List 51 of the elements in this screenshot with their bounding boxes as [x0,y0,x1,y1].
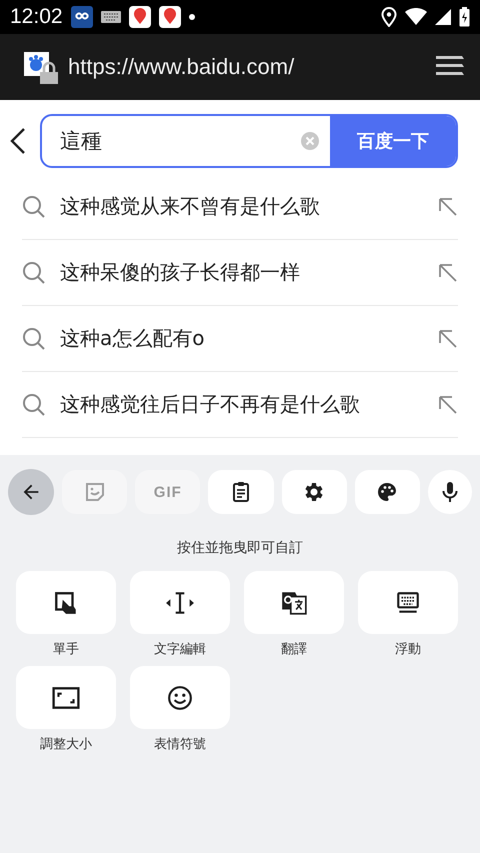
back-chevron-icon[interactable] [10,128,26,154]
signal-icon [435,9,451,25]
settings-button[interactable] [282,470,347,514]
emoji-tile[interactable] [130,666,230,729]
clipboard-button[interactable] [208,470,274,514]
fill-arrow-icon[interactable] [438,328,458,348]
app-notification-icon [70,6,93,28]
status-time: 12:02 [10,5,63,29]
tile-label: 單手 [53,641,79,658]
site-lock-icon [24,50,58,84]
one-hand-mode-icon [53,590,79,616]
text-edit-tile[interactable] [130,571,230,634]
suggestion-item[interactable]: 这种感觉往后日子不再有是什么歌 [60,391,424,418]
map-pin-app-icon [128,6,151,28]
search-icon [22,326,46,350]
text-cursor-icon [165,590,195,616]
keyboard-icon [100,11,121,23]
wifi-icon [405,8,427,26]
url-text[interactable]: https://www.baidu.com/ [68,54,424,80]
tile-label: 表情符號 [154,736,206,753]
suggestion-item[interactable]: 这种呆傻的孩子长得都一样 [60,259,424,286]
fill-arrow-icon[interactable] [438,196,458,216]
fill-arrow-icon[interactable] [438,394,458,414]
location-icon [381,7,397,27]
tile-label: 浮動 [395,641,421,658]
search-icon [22,260,46,284]
mic-button[interactable] [428,470,472,514]
search-field[interactable]: 這種 百度一下 [40,114,458,168]
map-pin-app-icon [158,6,181,28]
search-button[interactable]: 百度一下 [330,116,456,166]
resize-icon [52,686,80,710]
battery-charging-icon [459,7,470,27]
tile-label: 調整大小 [40,736,92,753]
back-button[interactable] [8,469,54,515]
suggestion-item[interactable]: 这种感觉从来不曾有是什么歌 [60,193,424,220]
translate-icon [280,590,308,616]
translate-tile[interactable] [244,571,344,634]
floating-tile[interactable] [358,571,458,634]
tile-label: 翻譯 [281,641,307,658]
one-hand-tile[interactable] [16,571,116,634]
keyboard-icon [395,590,421,616]
fill-arrow-icon[interactable] [438,262,458,282]
dot-icon [188,14,195,20]
emoji-icon [167,684,193,710]
suggestion-item[interactable]: 这种a怎么配有o [60,325,424,352]
palette-button[interactable] [354,470,420,514]
resize-tile[interactable] [16,666,116,729]
search-icon [22,194,46,218]
customize-hint: 按住並拖曳即可自訂 [176,539,304,557]
tile-label: 文字編輯 [154,641,206,658]
search-icon [22,392,46,416]
